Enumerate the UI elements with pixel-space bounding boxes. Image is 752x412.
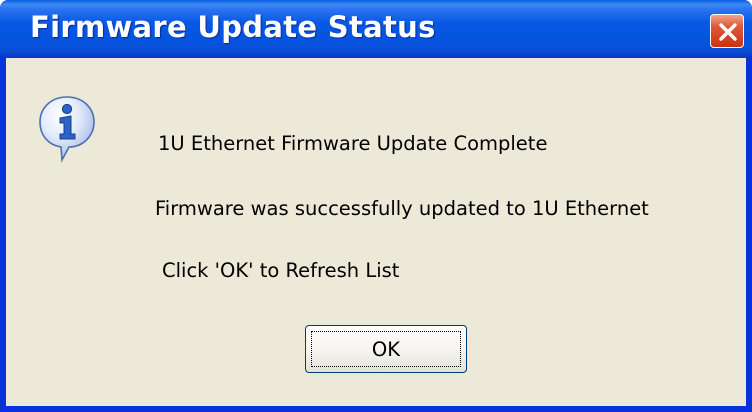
title-bar[interactable]: Firmware Update Status <box>0 0 752 58</box>
dialog-title: Firmware Update Status <box>30 10 436 44</box>
ok-button[interactable]: OK <box>305 325 467 373</box>
message-instruction: Click 'OK' to Refresh List <box>162 259 400 282</box>
close-button[interactable] <box>710 14 744 48</box>
message-detail: Firmware was successfully updated to 1U … <box>155 197 649 220</box>
ok-button-label: OK <box>371 338 401 361</box>
dialog-body: 1U Ethernet Firmware Update Complete Fir… <box>6 58 746 406</box>
firmware-update-dialog: Firmware Update Status 1U Ethernet Firmw… <box>0 0 752 412</box>
information-icon <box>39 96 95 163</box>
message-heading: 1U Ethernet Firmware Update Complete <box>158 132 548 155</box>
close-icon <box>719 23 737 41</box>
